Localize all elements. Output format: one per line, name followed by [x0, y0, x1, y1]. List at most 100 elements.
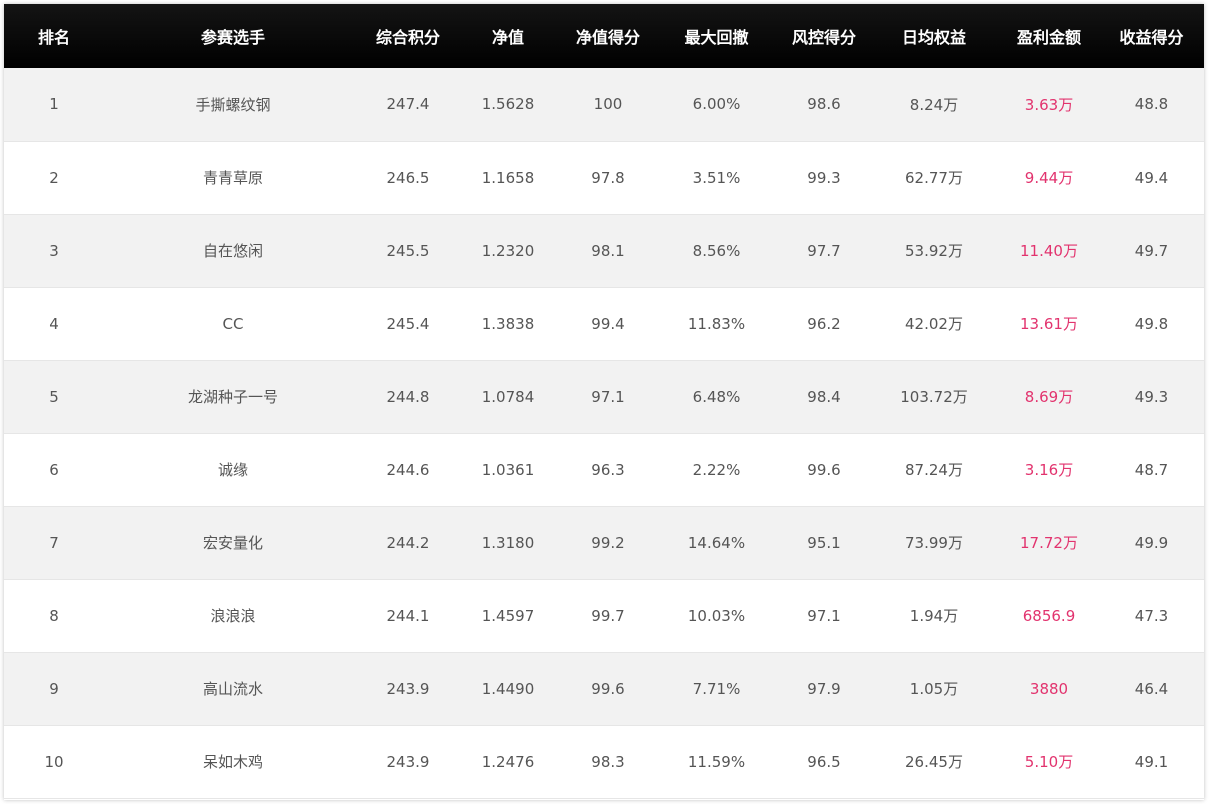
cell-max-drawdown: 6.48% [692, 387, 741, 406]
cell-return-score: 49.4 [1134, 168, 1169, 187]
cell-total-score: 244.1 [386, 606, 430, 625]
cell-net-value-score: 98.1 [591, 241, 625, 260]
cell-risk-score: 98.4 [807, 387, 841, 406]
cell-max-drawdown: 6.00% [692, 95, 741, 114]
cell-rank: 10 [44, 752, 64, 771]
table-row[interactable]: 5 龙湖种子一号 244.8 1.0784 97.1 6.48% 98.4 103.72万 8.… [4, 360, 1204, 433]
header-daily-equity[interactable]: 日均权益 [869, 4, 999, 68]
cell-net-value-score: 99.7 [591, 606, 625, 625]
header-rank[interactable]: 排名 [4, 4, 104, 68]
table-row[interactable]: 7 宏安量化 244.2 1.3180 99.2 14.64% 95.1 73.99万 17.7… [4, 506, 1204, 579]
cell-net-value: 1.4490 [481, 679, 535, 698]
header-max-drawdown[interactable]: 最大回撤 [654, 4, 779, 68]
cell-total-score: 247.4 [386, 95, 430, 114]
cell-net-value-score: 98.3 [591, 752, 625, 771]
cell-total-score: 244.6 [386, 460, 430, 479]
table-row[interactable]: 10 呆如木鸡 243.9 1.2476 98.3 11.59% 96.5 26.45万 5.1… [4, 725, 1204, 798]
cell-daily-equity: 103.72万 [900, 388, 968, 406]
cell-rank: 4 [49, 314, 59, 333]
cell-net-value-score: 99.4 [591, 314, 625, 333]
cell-total-score: 244.2 [386, 533, 430, 552]
cell-net-value: 1.5628 [481, 95, 535, 114]
cell-max-drawdown: 11.59% [687, 752, 746, 771]
cell-max-drawdown: 8.56% [692, 241, 741, 260]
cell-max-drawdown: 10.03% [687, 606, 746, 625]
table-header-row: 排名 参赛选手 综合积分 净值 净值得分 最大回撤 风控得分 日均权益 盈利金额… [4, 4, 1204, 68]
cell-risk-score: 96.5 [807, 752, 841, 771]
cell-net-value: 1.2476 [481, 752, 535, 771]
cell-net-value-score: 97.1 [591, 387, 625, 406]
cell-rank: 2 [49, 168, 59, 187]
cell-risk-score: 97.9 [807, 679, 841, 698]
table-row[interactable]: 8 浪浪浪 244.1 1.4597 99.7 10.03% 97.1 1.94万 6856.9… [4, 579, 1204, 652]
cell-rank: 3 [49, 241, 59, 260]
cell-profit: 17.72万 [1020, 534, 1078, 552]
cell-rank: 8 [49, 606, 59, 625]
table-row[interactable]: 1 手撕螺纹钢 247.4 1.5628 100 6.00% 98.6 8.24万 3.63万 4… [4, 68, 1204, 141]
cell-profit: 3880 [1029, 679, 1069, 698]
cell-player[interactable]: 诚缘 [104, 433, 362, 506]
cell-player[interactable]: 手撕螺纹钢 [104, 68, 362, 141]
header-player[interactable]: 参赛选手 [104, 4, 362, 68]
cell-daily-equity: 1.94万 [909, 607, 959, 625]
cell-profit: 13.61万 [1020, 315, 1078, 333]
cell-risk-score: 97.7 [807, 241, 841, 260]
table-row[interactable]: 4 CC 245.4 1.3838 99.4 11.83% 96.2 42.02万 13.61万… [4, 287, 1204, 360]
header-total-score[interactable]: 综合积分 [362, 4, 454, 68]
cell-net-value: 1.3838 [481, 314, 535, 333]
cell-max-drawdown: 3.51% [692, 168, 741, 187]
cell-daily-equity: 53.92万 [905, 242, 963, 260]
cell-max-drawdown: 7.71% [692, 679, 741, 698]
cell-max-drawdown: 2.22% [692, 460, 741, 479]
cell-rank: 9 [49, 679, 59, 698]
cell-player[interactable]: 龙湖种子一号 [104, 360, 362, 433]
cell-profit: 3.16万 [1024, 461, 1074, 479]
header-profit[interactable]: 盈利金额 [999, 4, 1099, 68]
cell-return-score: 46.4 [1134, 679, 1169, 698]
cell-return-score: 47.3 [1134, 606, 1169, 625]
cell-net-value: 1.0361 [481, 460, 535, 479]
cell-player[interactable]: 浪浪浪 [104, 579, 362, 652]
cell-risk-score: 99.3 [807, 168, 841, 187]
cell-risk-score: 99.6 [807, 460, 841, 479]
ranking-table-container: 排名 参赛选手 综合积分 净值 净值得分 最大回撤 风控得分 日均权益 盈利金额… [4, 4, 1204, 800]
cell-return-score: 49.9 [1134, 533, 1169, 552]
cell-player[interactable]: 青青草原 [104, 141, 362, 214]
header-risk-score[interactable]: 风控得分 [779, 4, 869, 68]
table-row[interactable]: 2 青青草原 246.5 1.1658 97.8 3.51% 99.3 62.77万 9.44万… [4, 141, 1204, 214]
cell-profit: 6856.9 [1022, 606, 1076, 625]
cell-rank: 5 [49, 387, 59, 406]
cell-player[interactable]: 呆如木鸡 [104, 725, 362, 798]
table-row[interactable]: 6 诚缘 244.6 1.0361 96.3 2.22% 99.6 87.24万 3.16万 48… [4, 433, 1204, 506]
cell-net-value: 1.0784 [481, 387, 535, 406]
table-row[interactable]: 3 自在悠闲 245.5 1.2320 98.1 8.56% 97.7 53.92万 11.40… [4, 214, 1204, 287]
cell-profit: 5.10万 [1024, 753, 1074, 771]
cell-daily-equity: 8.24万 [909, 95, 959, 114]
cell-total-score: 244.8 [386, 387, 430, 406]
cell-daily-equity: 1.05万 [909, 680, 959, 698]
cell-rank: 1 [49, 95, 59, 114]
cell-player[interactable]: CC [104, 287, 362, 360]
cell-max-drawdown: 11.83% [687, 314, 746, 333]
cell-return-score: 49.7 [1134, 241, 1169, 260]
header-net-value-score[interactable]: 净值得分 [562, 4, 654, 68]
cell-player[interactable]: 宏安量化 [104, 506, 362, 579]
cell-total-score: 246.5 [386, 168, 430, 187]
cell-player[interactable]: 高山流水 [104, 652, 362, 725]
cell-profit: 8.69万 [1024, 388, 1074, 406]
cell-profit: 3.63万 [1024, 95, 1074, 114]
cell-return-score: 49.3 [1134, 387, 1169, 406]
cell-risk-score: 96.2 [807, 314, 841, 333]
header-net-value[interactable]: 净值 [454, 4, 562, 68]
cell-net-value-score: 100 [593, 95, 623, 114]
cell-risk-score: 97.1 [807, 606, 841, 625]
cell-return-score: 48.7 [1134, 460, 1169, 479]
header-return-score[interactable]: 收益得分 [1099, 4, 1204, 68]
table-row[interactable]: 9 高山流水 243.9 1.4490 99.6 7.71% 97.9 1.05万 3880 46… [4, 652, 1204, 725]
cell-return-score: 49.8 [1134, 314, 1169, 333]
cell-player[interactable]: 自在悠闲 [104, 214, 362, 287]
cell-net-value-score: 97.8 [591, 168, 625, 187]
cell-net-value: 1.1658 [481, 168, 535, 187]
cell-daily-equity: 62.77万 [905, 169, 963, 187]
cell-profit: 11.40万 [1020, 242, 1078, 260]
